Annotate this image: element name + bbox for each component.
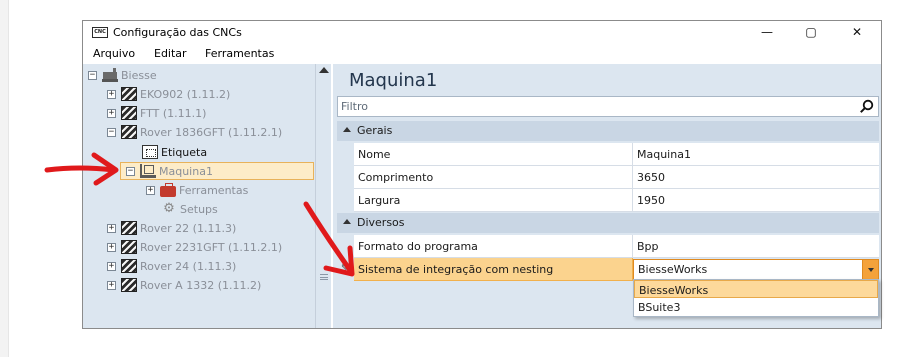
tree-node-label: Biesse [121, 68, 157, 82]
tree-node-label: Rover 22 (1.11.3) [140, 221, 237, 235]
machine-icon [121, 278, 137, 292]
collapse-icon[interactable]: − [88, 70, 97, 80]
collapse-category-icon[interactable] [343, 127, 351, 132]
filter-placeholder: Filtro [341, 100, 368, 113]
menu-ferramentas[interactable]: Ferramentas [205, 47, 274, 60]
category-gerais[interactable]: Gerais [337, 121, 879, 141]
tree-node-label: Setups [180, 202, 218, 216]
close-button[interactable]: ✕ [835, 21, 879, 44]
expand-icon[interactable]: + [107, 280, 116, 290]
property-value[interactable]: 1950 [633, 189, 879, 212]
search-icon[interactable] [859, 99, 874, 114]
tree-node-ferramentas[interactable]: + Ferramentas [146, 181, 248, 199]
label-icon [142, 145, 158, 159]
expand-icon[interactable]: + [146, 185, 155, 195]
tree-node-label: Ferramentas [179, 183, 249, 197]
collapse-icon[interactable]: − [107, 127, 116, 137]
annotation-arrow-icon [44, 152, 119, 186]
minimize-button[interactable]: — [745, 21, 789, 44]
tree-node-label: Rover 24 (1.11.3) [140, 259, 237, 273]
tree-node-setups[interactable]: ⚙ Setups [161, 200, 218, 218]
property-row-largura[interactable]: Largura 1950 [337, 189, 879, 212]
property-name: Largura [354, 189, 633, 212]
tree-node-rover-a-1332[interactable]: + Rover A 1332 (1.11.2) [107, 276, 261, 294]
property-name: Comprimento [354, 166, 633, 189]
desktop-strip [0, 0, 9, 357]
annotation-arrow-icon [303, 201, 355, 277]
category-diversos[interactable]: Diversos [337, 213, 879, 233]
dropdown-arrow-icon[interactable] [862, 260, 878, 279]
machine-icon [121, 240, 137, 254]
property-row-formato[interactable]: Formato do programa Bpp [337, 235, 879, 258]
expand-icon[interactable]: + [107, 223, 116, 233]
tree-node-label: Rover A 1332 (1.11.2) [140, 278, 262, 292]
expand-icon[interactable]: + [107, 261, 116, 271]
collapse-icon[interactable]: − [126, 166, 135, 176]
machine-node-icon [140, 164, 156, 178]
tree-node-label: Rover 2231GFT (1.11.2.1) [140, 240, 283, 254]
tree-node-label: EKO902 (1.11.2) [140, 87, 231, 101]
property-row-nesting[interactable]: ✎ Sistema de integração com nesting Bies… [337, 258, 879, 281]
menu-editar[interactable]: Editar [154, 47, 187, 60]
property-value[interactable]: Bpp [633, 235, 879, 258]
category-label: Diversos [357, 216, 405, 229]
dropdown-option-bsuite3[interactable]: BSuite3 [634, 298, 878, 316]
tree-node-rover-22[interactable]: + Rover 22 (1.11.3) [107, 219, 236, 237]
menu-arquivo[interactable]: Arquivo [93, 47, 135, 60]
machine-icon [121, 259, 137, 273]
property-value[interactable]: Maquina1 [633, 143, 879, 166]
property-name: Formato do programa [354, 235, 633, 258]
toolbox-icon [160, 182, 176, 197]
tree-node-biesse[interactable]: − Biesse [88, 66, 157, 84]
menu-bar: Arquivo Editar Ferramentas [83, 44, 881, 64]
tree-node-ftt[interactable]: + FTT (1.11.1) [107, 104, 206, 122]
tree-node-rover-1836gft[interactable]: − Rover 1836GFT (1.11.2.1) [107, 123, 282, 141]
tree-node-maquina1[interactable]: − Maquina1 [126, 162, 213, 180]
tree-node-etiqueta[interactable]: Etiqueta [142, 143, 207, 161]
property-name: Nome [354, 143, 633, 166]
machine-icon [121, 87, 137, 101]
tree-node-eko902[interactable]: + EKO902 (1.11.2) [107, 85, 230, 103]
tree-node-label: Maquina1 [159, 164, 213, 178]
expand-icon[interactable]: + [107, 108, 116, 118]
filter-input[interactable]: Filtro [337, 96, 879, 117]
tree-node-label: FTT (1.11.1) [140, 106, 207, 120]
tree-node-rover-24[interactable]: + Rover 24 (1.11.3) [107, 257, 236, 275]
scroll-up-arrow-icon[interactable] [319, 67, 329, 73]
combobox-value: BiesseWorks [638, 263, 708, 276]
nesting-combobox[interactable]: BiesseWorks [633, 259, 879, 280]
machine-icon [121, 125, 137, 139]
expand-icon[interactable]: + [107, 242, 116, 252]
cnc-app-icon: CNC [92, 27, 108, 38]
category-label: Gerais [357, 124, 393, 137]
machine-icon [121, 106, 137, 120]
maximize-button[interactable]: ▢ [789, 21, 833, 44]
window-title: Configuração das CNCs [113, 26, 242, 39]
tree-node-rover-2231gft[interactable]: + Rover 2231GFT (1.11.2.1) [107, 238, 282, 256]
title-bar: CNC Configuração das CNCs — ▢ ✕ [83, 21, 881, 44]
expand-icon[interactable]: + [107, 89, 116, 99]
nesting-dropdown-list: BiesseWorks BSuite3 [633, 279, 879, 317]
property-value[interactable]: 3650 [633, 166, 879, 189]
dropdown-option-biesseworks[interactable]: BiesseWorks [634, 280, 878, 298]
property-row-comprimento[interactable]: Comprimento 3650 [337, 166, 879, 189]
machine-icon [121, 221, 137, 235]
property-row-nome[interactable]: Nome Maquina1 [337, 143, 879, 166]
property-name: Sistema de integração com nesting [354, 258, 633, 281]
page-title: Maquina1 [349, 70, 438, 91]
gear-icon: ⚙ [163, 201, 175, 216]
tree-node-label: Rover 1836GFT (1.11.2.1) [140, 125, 283, 139]
factory-icon [102, 68, 118, 82]
tree-node-label: Etiqueta [161, 145, 208, 159]
